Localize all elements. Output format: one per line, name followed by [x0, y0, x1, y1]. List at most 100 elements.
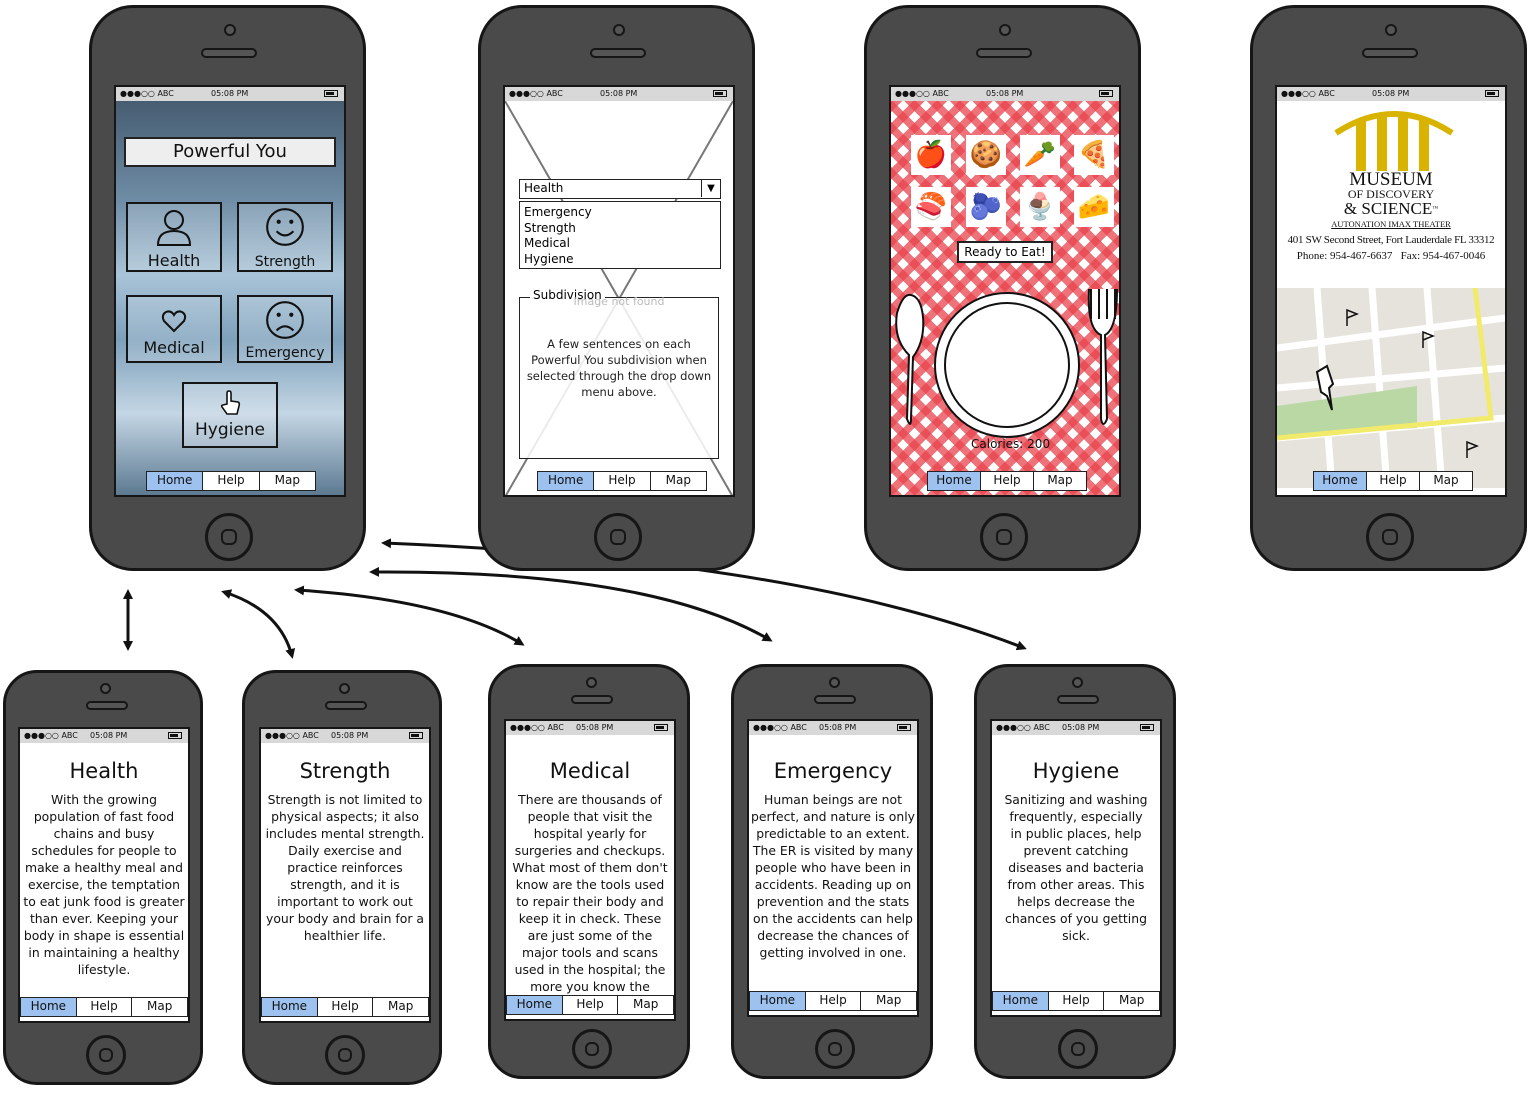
home-hardware-button[interactable] — [86, 1035, 126, 1075]
emergency-screen: ●●●○○ ABC 05:08 PM Emergency Human beings… — [747, 719, 919, 1017]
tab-map[interactable]: Map — [258, 472, 315, 490]
ready-to-eat-button[interactable]: Ready to Eat! — [957, 241, 1053, 263]
tab-help[interactable]: Help — [75, 998, 132, 1016]
tab-map[interactable]: Map — [1033, 472, 1086, 490]
tab-map[interactable]: Map — [372, 998, 428, 1016]
tab-home[interactable]: Home — [21, 998, 76, 1016]
tile-label: Hygiene — [194, 420, 266, 440]
tab-bar: Home Help Map — [506, 995, 674, 1015]
home-screen: ●●●○○ ABC 05:08 PM Powerful You Health St… — [114, 85, 346, 497]
tab-home[interactable]: Home — [262, 998, 317, 1016]
arrow-home-strength — [221, 589, 296, 659]
tab-home[interactable]: Home — [928, 472, 980, 490]
home-hardware-button[interactable] — [572, 1029, 612, 1069]
tile-label: Emergency — [245, 345, 325, 361]
tile-medical[interactable]: Medical — [126, 295, 222, 363]
ice-cream-icon[interactable]: 🍨 — [1020, 187, 1060, 227]
museum-fax: Fax: 954-467-0046 — [1400, 250, 1486, 262]
subdivision-panel: Subdivision Image not found A few senten… — [519, 288, 719, 459]
person-icon — [156, 210, 192, 246]
carrot-icon[interactable]: 🥕 — [1020, 135, 1060, 175]
home-hardware-button[interactable] — [1058, 1029, 1098, 1069]
fork-icon — [1087, 288, 1118, 425]
phone-medical: ●●●○○ ABC 05:08 PM Medical There are thou… — [488, 664, 690, 1079]
tile-emergency[interactable]: Emergency — [237, 295, 333, 363]
subdivision-description: A few sentences on each Powerful You sub… — [526, 337, 712, 399]
tab-bar: Home Help Map — [992, 991, 1160, 1011]
street-map[interactable] — [1277, 288, 1505, 488]
screen-body: Sanitizing and washing frequently, espec… — [1004, 792, 1148, 943]
dropdown-option[interactable]: Hygiene — [524, 252, 716, 268]
salmon-icon[interactable]: 🍣 — [911, 187, 951, 227]
tab-map[interactable]: Map — [131, 998, 187, 1016]
home-hardware-button[interactable] — [815, 1029, 855, 1069]
tab-home[interactable]: Home — [993, 992, 1048, 1010]
tab-map[interactable]: Map — [860, 992, 916, 1010]
status-bar: ●●●○○ ABC 05:08 PM — [261, 729, 429, 743]
tab-home[interactable]: Home — [538, 472, 594, 490]
phone-map: ●●●○○ ABC 05:08 PM MUSEUM OF DISCOVERY & … — [1250, 5, 1527, 571]
trademark-symbol: ™ — [1432, 206, 1439, 212]
tab-help[interactable]: Help — [316, 998, 373, 1016]
tab-map[interactable]: Map — [649, 472, 706, 490]
cookie-icon[interactable]: 🍪 — [966, 135, 1006, 175]
home-hardware-button[interactable] — [325, 1035, 365, 1075]
tile-label: Strength — [254, 254, 316, 270]
subdivision-dropdown[interactable]: Health ▼ — [519, 179, 721, 199]
pizza-icon[interactable]: 🍕 — [1074, 135, 1114, 175]
strength-screen: ●●●○○ ABC 05:08 PM Strength Strength is n… — [259, 727, 431, 1023]
dropdown-option[interactable]: Medical — [524, 236, 716, 252]
tab-help[interactable]: Help — [1047, 992, 1104, 1010]
tab-home[interactable]: Home — [750, 992, 805, 1010]
chevron-down-icon: ▼ — [701, 180, 720, 197]
dropdown-option[interactable]: Strength — [524, 221, 716, 237]
mac-and-cheese-icon[interactable]: 🧀 — [1074, 187, 1114, 227]
screen-body: There are thousands of people that visit… — [512, 792, 668, 1011]
museum-address: 401 SW Second Street, Fort Lauderdale FL… — [1287, 234, 1495, 246]
screen-body: With the growing population of fast food… — [23, 792, 185, 977]
screen-body: Strength is not limited to physical aspe… — [265, 792, 425, 943]
app-title: Powerful You — [124, 137, 336, 167]
home-hardware-button[interactable] — [1366, 513, 1414, 561]
tile-hygiene[interactable]: Hygiene — [182, 382, 278, 448]
home-hardware-button[interactable] — [205, 513, 253, 561]
phone-food: ●●●○○ ABC 05:08 PM 🍎 🍪 🥕 🍕 🍣 🫐 🍨 🧀 Ready … — [864, 5, 1141, 571]
museum-logo — [1334, 111, 1454, 171]
screen-title: Medical — [549, 759, 631, 783]
arrow-home-medical — [294, 585, 525, 646]
blueberries-icon[interactable]: 🫐 — [966, 187, 1006, 227]
phone-health: ●●●○○ ABC 05:08 PM Health With the growin… — [3, 670, 203, 1085]
tab-help[interactable]: Help — [593, 472, 649, 490]
phone-emergency: ●●●○○ ABC 05:08 PM Emergency Human beings… — [731, 664, 933, 1079]
tab-home[interactable]: Home — [147, 472, 203, 490]
tab-home[interactable]: Home — [1314, 472, 1366, 490]
tab-map[interactable]: Map — [1103, 992, 1159, 1010]
tile-label: Medical — [143, 338, 205, 357]
tab-help[interactable]: Help — [804, 992, 861, 1010]
apple-icon[interactable]: 🍎 — [911, 135, 951, 175]
status-bar: ●●●○○ ABC 05:08 PM — [749, 721, 917, 735]
screen-title: Health — [69, 759, 139, 783]
medical-screen: ●●●○○ ABC 05:08 PM Medical There are thou… — [504, 719, 676, 1021]
tab-help[interactable]: Help — [202, 472, 258, 490]
home-hardware-button[interactable] — [980, 513, 1028, 561]
tab-map[interactable]: Map — [617, 996, 673, 1014]
tab-help[interactable]: Help — [1366, 472, 1419, 490]
screen-title: Hygiene — [1032, 759, 1120, 783]
tile-strength[interactable]: Strength — [237, 202, 333, 272]
museum-name-line1: MUSEUM — [1349, 169, 1433, 190]
phone-hygiene: ●●●○○ ABC 05:08 PM Hygiene Sanitizing and… — [974, 664, 1176, 1079]
tab-help[interactable]: Help — [561, 996, 618, 1014]
dropdown-option[interactable]: Emergency — [524, 205, 716, 221]
home-hardware-button[interactable] — [594, 513, 642, 561]
tab-help[interactable]: Help — [980, 472, 1033, 490]
tile-label: Health — [147, 251, 201, 270]
hand-pointer-icon — [220, 390, 241, 415]
tile-health[interactable]: Health — [126, 202, 222, 272]
plate-and-utensils — [895, 288, 1118, 438]
tab-bar: Home Help Map — [749, 991, 917, 1011]
tab-map[interactable]: Map — [1419, 472, 1472, 490]
tab-home[interactable]: Home — [507, 996, 562, 1014]
phone-strength: ●●●○○ ABC 05:08 PM Strength Strength is n… — [242, 670, 442, 1085]
subdivision-screen: ●●●○○ ABC 05:08 PM Health ▼ Emergency Str… — [503, 85, 735, 497]
